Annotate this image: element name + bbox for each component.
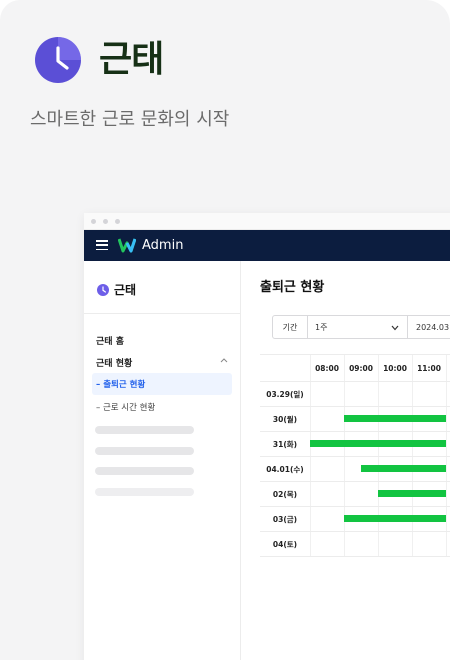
date-label: 03(금) (272, 515, 298, 524)
work-bar[interactable] (344, 515, 446, 522)
sidebar-item-home[interactable]: 근태 홈 (96, 334, 124, 347)
hero-title: 근태 (99, 39, 164, 80)
work-bar[interactable] (361, 465, 446, 472)
grid-line (260, 531, 450, 532)
chevron-up-icon[interactable] (220, 357, 228, 363)
grid-line (260, 506, 450, 507)
sidebar-header: 근태 (97, 281, 136, 298)
clock-icon (97, 283, 109, 296)
divider (84, 313, 241, 314)
window-dot (103, 219, 108, 224)
date-label: 31(화) (272, 440, 298, 449)
admin-window: Admin 근태 근태 홈 근태 현황 – 출퇴근 현황 – 근로 시간 현황 (84, 213, 450, 660)
attendance-timeline: 08:00 09:00 10:00 11:00 03.29(일) 30(월) 31(화) 0… (260, 354, 450, 557)
page-title: 출퇴근 현황 (260, 280, 325, 295)
sidebar-title: 근태 (114, 283, 137, 297)
filter-bar: 기간 1주 2024.03.2 (272, 315, 450, 339)
grid-line (260, 431, 450, 432)
timeline-header: 08:00 09:00 10:00 11:00 (260, 354, 450, 381)
date-field[interactable]: 2024.03.2 (408, 315, 450, 339)
period-select[interactable]: 1주 (308, 315, 408, 339)
period-label: 기간 (272, 315, 308, 339)
chevron-down-icon (391, 325, 399, 331)
hour-label: 08:00 (315, 364, 339, 373)
period-value: 1주 (315, 322, 328, 332)
date-label: 30(월) (272, 415, 298, 424)
skeleton-line (95, 488, 194, 496)
grid-line (260, 556, 450, 557)
skeleton-line (95, 447, 194, 455)
date-label: 04.01(수) (266, 465, 304, 474)
work-bar[interactable] (310, 440, 446, 447)
sidebar-item-status[interactable]: 근태 현황 (96, 356, 132, 369)
skeleton-line (95, 426, 194, 434)
grid-line (260, 456, 450, 457)
sidebar-item-attendance[interactable]: – 출퇴근 현황 (92, 373, 232, 395)
sidebar-item-work-hours[interactable]: – 근로 시간 현황 (96, 401, 155, 413)
date-label: 04(토) (272, 540, 298, 549)
hour-label: 11:00 (417, 364, 441, 373)
window-dot (115, 219, 120, 224)
window-dot (91, 219, 96, 224)
menu-icon[interactable] (96, 240, 108, 251)
work-bar[interactable] (344, 415, 446, 422)
sidebar: 근태 근태 홈 근태 현황 – 출퇴근 현황 – 근로 시간 현황 (84, 261, 241, 660)
clock-icon (35, 37, 81, 83)
grid-line (260, 354, 450, 355)
hour-label: 10:00 (383, 364, 407, 373)
grid-line (260, 481, 450, 482)
window-titlebar (84, 213, 450, 230)
date-label: 02(목) (272, 490, 298, 499)
date-label: 03.29(일) (266, 390, 304, 399)
skeleton-line (95, 467, 194, 475)
grid-line (260, 381, 450, 382)
sidebar-item-label: – 출퇴근 현황 (96, 380, 146, 390)
w-logo-icon[interactable] (118, 237, 136, 253)
grid-line (260, 406, 450, 407)
top-navbar: Admin (84, 230, 450, 261)
work-bar[interactable] (378, 490, 446, 497)
hero-subtitle: 스마트한 근로 문화의 시작 (30, 109, 230, 130)
brand-label: Admin (142, 238, 184, 253)
promo-card: 근태 스마트한 근로 문화의 시작 Admin 근태 근태 홈 근태 현황 – … (0, 0, 450, 660)
main-content: 출퇴근 현황 기간 1주 2024.03.2 08:00 09:00 10:00 11… (242, 261, 450, 660)
hour-label: 09:00 (349, 364, 373, 373)
